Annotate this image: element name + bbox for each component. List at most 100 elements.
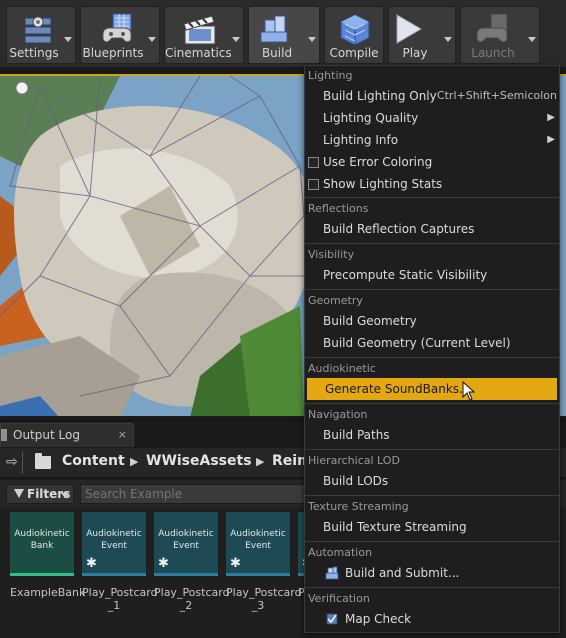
play-label: Play: [402, 46, 428, 60]
menu-item-lighting-info[interactable]: Lighting Info ▶: [305, 129, 559, 151]
build-label: Build: [261, 46, 293, 60]
menu-divider: [305, 587, 559, 588]
menu-item-label: Build and Submit...: [345, 566, 460, 580]
compile-button[interactable]: Compile: [324, 6, 384, 64]
settings-label: Settings: [9, 46, 59, 60]
map-check-icon: [326, 613, 338, 625]
section-visibility: Visibility: [308, 248, 355, 261]
folder-icon: [35, 453, 51, 469]
section-verification: Verification: [308, 592, 370, 605]
launch-button[interactable]: Launch: [460, 6, 540, 64]
menu-item-label: Use Error Coloring: [323, 155, 433, 169]
clapperboard-icon: [183, 15, 216, 45]
section-geometry: Geometry: [308, 294, 363, 307]
asset-thumbnail: Audiokinetic Bank: [10, 512, 74, 576]
menu-item-label: Build Reflection Captures: [323, 222, 475, 236]
menu-item-label: Lighting Quality: [323, 111, 419, 125]
build-button[interactable]: Build: [248, 6, 320, 64]
build-blocks-icon: [260, 15, 288, 43]
compile-label: Compile: [329, 46, 379, 60]
menu-divider: [305, 403, 559, 404]
chevron-down-icon[interactable]: [308, 37, 316, 42]
menu-item-build-geometry-current-level[interactable]: Build Geometry (Current Level): [305, 332, 559, 354]
asset-thumbnail: Audiokinetic Event ✱: [226, 512, 290, 576]
menu-item-build-texture-streaming[interactable]: Build Texture Streaming: [305, 516, 559, 538]
menu-item-use-error-coloring[interactable]: Use Error Coloring: [305, 151, 559, 173]
breadcrumb-wwiseassets[interactable]: WWiseAssets: [146, 453, 252, 469]
section-hierarchical-lod: Hierarchical LOD: [308, 454, 400, 467]
menu-item-build-lighting-only[interactable]: Build Lighting Only Ctrl+Shift+Semicolon: [305, 85, 559, 107]
submenu-arrow-icon: ▶: [547, 112, 555, 123]
play-icon: [396, 14, 422, 44]
menu-item-label: Build Paths: [323, 428, 390, 442]
asset-name: Play_Postcard _2: [154, 586, 230, 612]
menu-divider: [305, 289, 559, 290]
log-icon: [1, 429, 7, 441]
blueprints-icon: [102, 13, 132, 43]
compile-cube-icon: [340, 14, 370, 46]
section-reflections: Reflections: [308, 202, 369, 215]
asset-thumbnail: Audiokinetic Event ✱: [154, 512, 218, 576]
menu-divider: [305, 197, 559, 198]
asset-search-input[interactable]: [80, 484, 310, 504]
close-icon[interactable]: ×: [118, 428, 127, 441]
build-and-submit-icon: [325, 566, 339, 580]
funnel-icon: [14, 489, 24, 498]
menu-divider: [305, 495, 559, 496]
filters-button[interactable]: Filters: [6, 484, 74, 504]
menu-item-show-lighting-stats[interactable]: Show Lighting Stats: [305, 173, 559, 195]
checkbox[interactable]: [308, 157, 319, 168]
menu-item-map-check[interactable]: Map Check: [305, 608, 559, 630]
checkbox[interactable]: [308, 179, 319, 190]
breadcrumb-separator-icon[interactable]: ▶: [256, 455, 264, 468]
menu-item-lighting-quality[interactable]: Lighting Quality ▶: [305, 107, 559, 129]
asset-tile[interactable]: Audiokinetic Bank ExampleBank: [10, 512, 86, 599]
menu-item-generate-soundbanks[interactable]: Generate SoundBanks...: [307, 378, 557, 400]
asset-name: Play_Postcard _1: [82, 586, 158, 612]
launch-label: Launch: [471, 46, 515, 60]
menu-item-label: Build Geometry (Current Level): [323, 336, 511, 350]
menu-item-build-and-submit[interactable]: Build and Submit...: [305, 562, 559, 584]
menu-item-build-geometry[interactable]: Build Geometry: [305, 310, 559, 332]
cinematics-button[interactable]: Cinematics: [164, 6, 244, 64]
launch-gamepad-icon: [476, 13, 508, 43]
unsaved-star-icon: ✱: [158, 556, 169, 571]
main-toolbar: Settings Blueprints Cinematics Build Com…: [0, 0, 566, 68]
chevron-down-icon[interactable]: [64, 37, 72, 42]
menu-item-build-reflection-captures[interactable]: Build Reflection Captures: [305, 218, 559, 240]
breadcrumb-separator-icon[interactable]: ▶: [130, 455, 138, 468]
menu-item-build-paths[interactable]: Build Paths: [305, 424, 559, 446]
menu-item-label: Show Lighting Stats: [323, 177, 443, 191]
breadcrumb-content[interactable]: Content: [62, 453, 125, 469]
cinematics-label: Cinematics: [165, 46, 232, 60]
settings-button[interactable]: Settings: [6, 6, 76, 64]
menu-divider: [305, 357, 559, 358]
chevron-down-icon[interactable]: [528, 37, 536, 42]
navigate-forward-icon[interactable]: ⇨: [6, 454, 18, 470]
section-navigation: Navigation: [308, 408, 368, 421]
menu-item-label: Build LODs: [323, 474, 389, 488]
chevron-down-icon[interactable]: [148, 37, 156, 42]
asset-name: ExampleBank: [10, 586, 86, 599]
tab-output-log[interactable]: Output Log ×: [0, 423, 134, 447]
play-button[interactable]: Play: [388, 6, 456, 64]
divider: [22, 452, 23, 474]
blueprints-button[interactable]: Blueprints: [80, 6, 160, 64]
asset-thumbnail: Audiokinetic Event ✱: [82, 512, 146, 576]
menu-item-label: Build Geometry: [323, 314, 417, 328]
asset-tile[interactable]: Audiokinetic Event ✱ Play_Postcard _2: [154, 512, 230, 612]
unsaved-star-icon: ✱: [86, 556, 97, 571]
chevron-down-icon[interactable]: [232, 37, 240, 42]
section-audiokinetic: Audiokinetic: [308, 362, 376, 375]
blueprints-label: Blueprints: [82, 46, 144, 60]
asset-tile[interactable]: Audiokinetic Event ✱ Play_Postcard _1: [82, 512, 158, 612]
menu-item-label: Precompute Static Visibility: [323, 268, 488, 282]
unsaved-star-icon: ✱: [230, 556, 241, 571]
chevron-down-icon[interactable]: [444, 37, 452, 42]
asset-tile[interactable]: Audiokinetic Event ✱ Play_Postcard _3: [226, 512, 302, 612]
menu-item-precompute-static-visibility[interactable]: Precompute Static Visibility: [305, 264, 559, 286]
menu-item-build-lods[interactable]: Build LODs: [305, 470, 559, 492]
menu-item-label: Map Check: [345, 612, 412, 626]
mouse-pointer-icon: [462, 381, 476, 401]
asset-type-label: Audiokinetic Event: [86, 529, 142, 551]
